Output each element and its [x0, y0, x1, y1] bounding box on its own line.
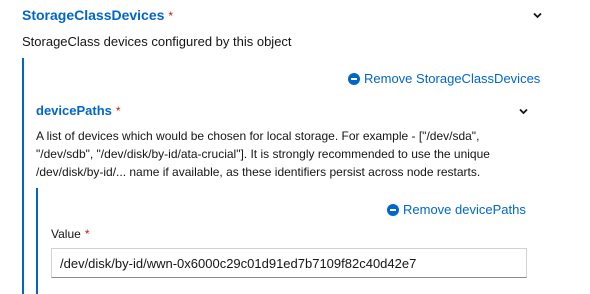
remove-device-paths-button[interactable]: Remove devicePaths: [387, 202, 526, 217]
minus-circle-icon: [348, 72, 360, 85]
section-border: [22, 58, 24, 294]
storage-class-devices-header[interactable]: StorageClassDevices *: [22, 7, 173, 23]
device-paths-header[interactable]: devicePaths *: [36, 103, 121, 118]
remove-device-paths-label: Remove devicePaths: [403, 202, 526, 217]
remove-storage-class-devices-button[interactable]: Remove StorageClassDevices: [348, 71, 540, 86]
device-paths-description: A list of devices which would be chosen …: [36, 127, 576, 181]
chevron-down-icon[interactable]: [519, 108, 528, 115]
remove-storage-class-devices-label: Remove StorageClassDevices: [364, 71, 541, 86]
device-paths-border: [36, 188, 38, 294]
minus-circle-icon: [387, 203, 399, 216]
value-label: Value: [51, 227, 81, 241]
description-line: A list of devices which would be chosen …: [36, 129, 480, 143]
device-paths-title: devicePaths: [36, 103, 112, 118]
storage-class-devices-title: StorageClassDevices: [22, 7, 165, 23]
chevron-down-icon[interactable]: [533, 12, 542, 19]
description-line: "/dev/sdb", "/dev/disk/by-id/ata-crucial…: [36, 147, 490, 161]
description-line: /dev/disk/by-id/... name if available, a…: [36, 165, 481, 179]
required-marker: *: [84, 227, 90, 241]
storage-class-devices-description: StorageClass devices configured by this …: [22, 34, 292, 49]
required-marker: *: [168, 9, 174, 23]
required-marker: *: [115, 104, 121, 118]
value-label-row: Value *: [51, 227, 89, 241]
value-input[interactable]: /dev/disk/by-id/wwn-0x6000c29c01d91ed7b7…: [51, 248, 527, 278]
